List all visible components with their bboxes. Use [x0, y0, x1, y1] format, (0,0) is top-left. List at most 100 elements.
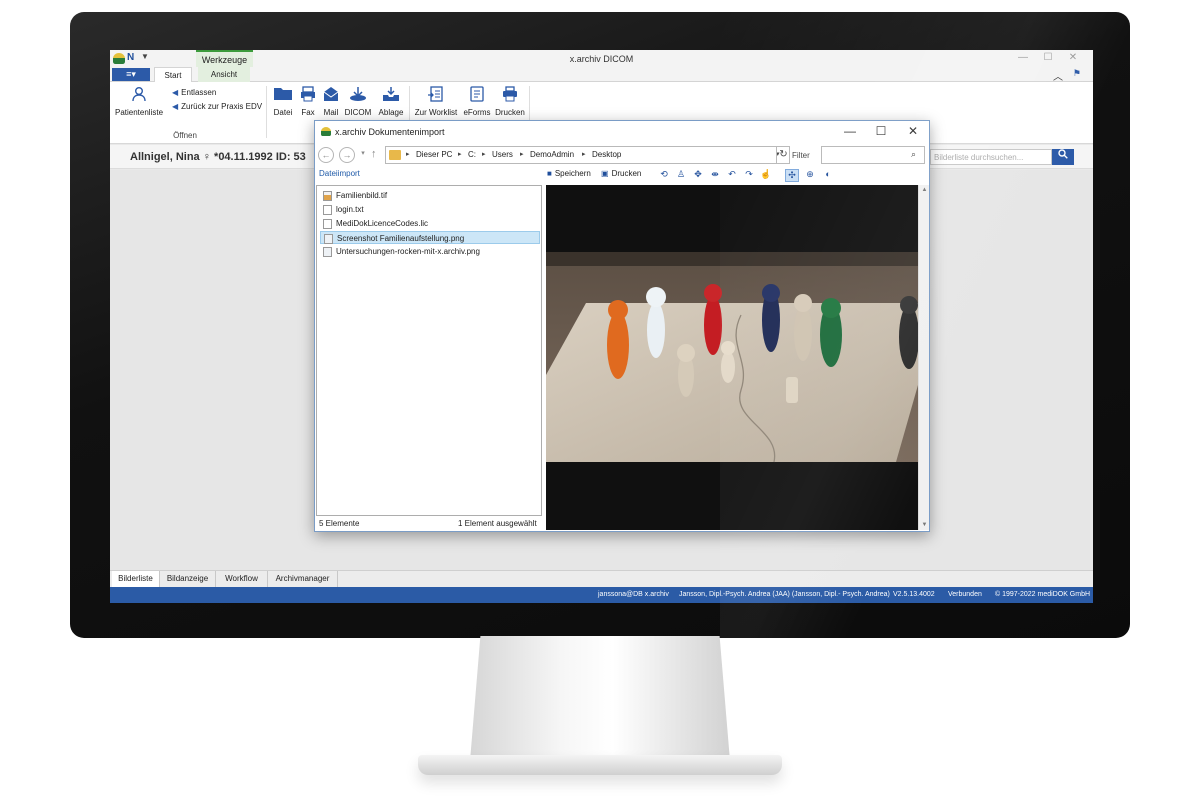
breadcrumb-chevron-icon[interactable]: ▸	[482, 150, 486, 158]
image-file-icon	[323, 191, 332, 201]
fax-label: Fax	[301, 108, 315, 117]
status-version: V2.5.13.4002	[893, 591, 935, 598]
filter-input[interactable]	[821, 146, 925, 164]
zoom-icon[interactable]: ⊕	[803, 169, 817, 180]
status-doctor: Jansson, Dipl.-Psych. Andrea (JAA) (Jans…	[679, 591, 890, 598]
file-name: MediDokLicenceCodes.lic	[336, 219, 429, 228]
file-name: Screenshot Familienaufstellung.png	[337, 234, 465, 243]
document-import-dialog: x.archiv Dokumentenimport — ☐ ✕ ← → ▾ ↑ …	[314, 120, 930, 532]
drucken-button[interactable]: Drucken	[494, 86, 526, 117]
text-file-icon	[323, 205, 332, 215]
tab-workflow[interactable]: Workflow	[216, 571, 268, 587]
dialog-close-button[interactable]: ✕	[902, 124, 924, 138]
address-bar[interactable]: ▸ Dieser PC ▸ C: ▸ Users ▸ DemoAdmin ▸ D…	[385, 146, 790, 164]
dialog-maximize-button[interactable]: ☐	[870, 124, 892, 138]
scroll-up-icon[interactable]: ▲	[919, 187, 930, 193]
person-icon	[114, 86, 164, 104]
search-icon[interactable]: ⌕	[911, 149, 916, 160]
floppy-disk-icon: ■	[547, 169, 552, 178]
back-arrow-icon[interactable]: ←	[318, 147, 334, 163]
list-item-selected[interactable]: Screenshot Familienaufstellung.png	[320, 231, 540, 244]
recent-locations-chevron-icon[interactable]: ▾	[358, 147, 368, 163]
printer-icon: ▣	[601, 169, 609, 178]
patient-header: Allnigel, Nina ♀ *04.11.1992 ID: 53	[130, 151, 306, 163]
scroll-down-icon[interactable]: ▼	[919, 522, 930, 528]
search-button[interactable]	[1052, 149, 1074, 165]
dicom-button[interactable]: DICOM	[343, 86, 373, 117]
folder-icon	[389, 150, 401, 160]
app-menu-button[interactable]: ≡▾	[112, 68, 150, 81]
fax-button[interactable]: Fax	[297, 86, 319, 117]
preview-scrollbar[interactable]: ▲ ▼	[918, 185, 929, 530]
print-button[interactable]: ▣ Drucken	[601, 169, 641, 178]
collapse-ribbon-icon[interactable]: ︿	[1053, 68, 1063, 83]
person-icon[interactable]: ♙	[674, 169, 688, 180]
maximize-button[interactable]: ☐	[1038, 52, 1058, 63]
entlassen-button[interactable]: ◀ Entlassen	[172, 88, 216, 97]
pan-icon[interactable]: ✣	[785, 169, 799, 182]
breadcrumb-chevron-icon[interactable]: ▸	[520, 150, 524, 158]
file-name: Familienbild.tif	[336, 191, 388, 200]
pointer-icon[interactable]: ☝	[759, 169, 773, 180]
tab-ansicht[interactable]: Ansicht	[198, 67, 250, 82]
list-item[interactable]: login.txt	[320, 203, 540, 216]
save-label: Speichern	[554, 169, 591, 178]
undo-icon[interactable]: ↶	[725, 169, 739, 180]
file-name: Untersuchungen-rocken-mit-x.archiv.png	[336, 247, 480, 256]
zurueck-button[interactable]: ◀ Zurück zur Praxis EDV	[172, 102, 262, 111]
selection-count: 1 Element ausgewählt	[458, 519, 537, 528]
fax-icon	[297, 86, 319, 104]
save-button[interactable]: ■ Speichern	[547, 169, 591, 178]
contextual-tab-werkzeuge[interactable]: Werkzeuge	[196, 50, 253, 67]
list-item[interactable]: MediDokLicenceCodes.lic	[320, 217, 540, 230]
breadcrumb-item[interactable]: Users	[492, 150, 513, 159]
datei-button[interactable]: Datei	[270, 86, 296, 117]
close-button[interactable]: ✕	[1063, 52, 1083, 63]
contrast-icon[interactable]: ◐	[821, 169, 835, 179]
back-icon: ◀	[172, 102, 179, 111]
breadcrumb-chevron-icon[interactable]: ▸	[458, 150, 462, 158]
drucken-label: Drucken	[495, 108, 525, 117]
breadcrumb-item[interactable]: Desktop	[592, 150, 621, 159]
eforms-button[interactable]: eForms	[462, 86, 492, 117]
status-copyright: © 1997-2022 mediDOK GmbH	[995, 591, 1091, 598]
image-preview[interactable]	[546, 185, 918, 530]
rotate-icon[interactable]: ⟲	[657, 169, 671, 180]
tab-start[interactable]: Start	[154, 67, 192, 82]
breadcrumb-item[interactable]: Dieser PC	[416, 150, 452, 159]
dicom-icon	[343, 86, 373, 104]
refresh-icon[interactable]: ↻	[776, 146, 790, 164]
list-item[interactable]: Untersuchungen-rocken-mit-x.archiv.png	[320, 245, 540, 258]
mail-label: Mail	[323, 108, 339, 117]
patientenliste-label: Patientenliste	[114, 108, 164, 117]
mail-icon	[320, 86, 342, 104]
patientenliste-button[interactable]: Patientenliste	[114, 86, 164, 117]
tab-bilderliste[interactable]: Bilderliste	[112, 571, 160, 587]
mail-button[interactable]: Mail	[320, 86, 342, 117]
minimize-button[interactable]: —	[1013, 52, 1033, 63]
image-list-search-input[interactable]: Bilderliste durchsuchen...	[930, 149, 1052, 165]
move-icon[interactable]: ✥	[691, 169, 705, 180]
ablage-label: Ablage	[378, 108, 404, 117]
forward-arrow-icon[interactable]: →	[339, 147, 355, 163]
breadcrumb-item[interactable]: DemoAdmin	[530, 150, 574, 159]
tab-archivmanager[interactable]: Archivmanager	[268, 571, 338, 587]
flip-icon[interactable]: ⇼	[708, 169, 722, 180]
ablage-button[interactable]: Ablage	[376, 86, 406, 117]
breadcrumb-item[interactable]: C:	[468, 150, 476, 159]
up-arrow-icon[interactable]: ↑	[371, 148, 377, 160]
dialog-title-bar: x.archiv Dokumentenimport — ☐ ✕	[315, 121, 929, 143]
redo-icon[interactable]: ↷	[742, 169, 756, 180]
breadcrumb-chevron-icon[interactable]: ▸	[582, 150, 586, 158]
tab-bildanzeige[interactable]: Bildanzeige	[160, 571, 216, 587]
bottom-tab-bar: Bilderliste Bildanzeige Workflow Archivm…	[110, 570, 1093, 587]
status-bar: janssona@DB x.archiv Jansson, Dipl.-Psyc…	[110, 587, 1093, 603]
notification-flag-icon[interactable]: ⚑	[1073, 68, 1081, 79]
zur-worklist-button[interactable]: Zur Worklist	[412, 86, 460, 117]
entlassen-label: Entlassen	[181, 88, 217, 97]
breadcrumb-chevron-icon[interactable]: ▸	[406, 150, 410, 158]
preview-photo	[546, 185, 918, 530]
list-item[interactable]: Familienbild.tif	[320, 189, 540, 202]
search-icon	[1058, 149, 1068, 162]
dialog-minimize-button[interactable]: —	[839, 124, 861, 138]
